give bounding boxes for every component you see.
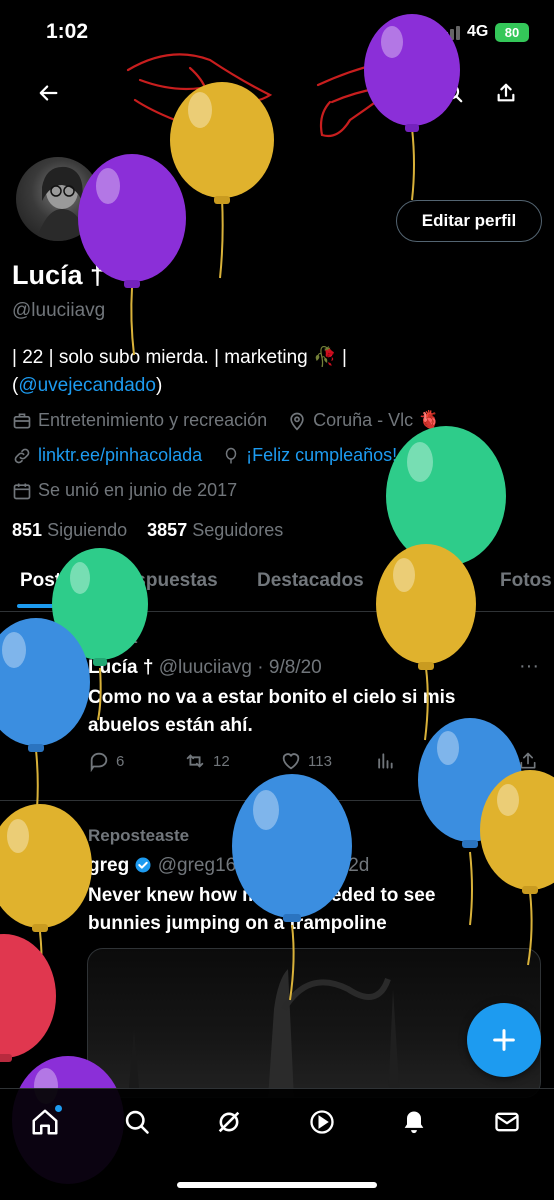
post-author-name[interactable]: Lucía † — [88, 657, 153, 678]
nav-search[interactable] — [120, 1105, 154, 1139]
post-date: · 9/8/20 — [257, 657, 322, 678]
post-author-name[interactable]: greg — [88, 855, 129, 876]
nav-grok[interactable] — [212, 1105, 246, 1139]
reply-button[interactable]: 6 — [88, 750, 124, 772]
post-divider — [0, 800, 554, 801]
tab-photos[interactable]: Fotos — [500, 570, 552, 592]
active-tab-indicator — [17, 604, 85, 608]
location-pin-icon — [290, 412, 304, 431]
like-button[interactable]: 113 — [280, 750, 332, 772]
tab-replies[interactable]: Respuestas — [111, 570, 218, 592]
tab-posts[interactable]: Posts — [20, 570, 72, 592]
profile-bio: | 22 | solo subo mierda. | marketing 🥀 |… — [12, 344, 532, 400]
share-icon — [520, 752, 536, 769]
repost-icon — [59, 830, 73, 842]
balloon-icon — [386, 426, 506, 651]
calendar-icon — [13, 483, 31, 499]
post-date: · 2d — [336, 855, 370, 876]
post-text: Como no va a estar bonito el cielo si mi… — [88, 687, 456, 736]
nav-home[interactable] — [28, 1105, 62, 1139]
battery-indicator: 80 — [495, 23, 529, 42]
home-icon — [32, 1109, 58, 1135]
nav-notifications[interactable] — [397, 1105, 431, 1139]
profile-meta-row-1: Entretenimiento y recreación Coruña - Vl… — [12, 410, 441, 431]
profile-category: Entretenimiento y recreación — [38, 410, 268, 430]
tab-videos[interactable]: Videos — [406, 570, 468, 592]
profile-birthday: ¡Feliz cumpleaños! — [246, 445, 398, 465]
views-button[interactable] — [375, 750, 395, 772]
post-actions: 6 12 113 — [88, 750, 538, 776]
profile-meta-row-3: Se unió en junio de 2017 — [12, 480, 237, 501]
back-arrow-icon — [39, 85, 58, 101]
post-more-button[interactable]: ··· — [519, 655, 539, 678]
profile-avatar[interactable] — [12, 153, 104, 245]
repost-label: Reposteaste — [56, 826, 189, 846]
share-icon — [497, 83, 515, 102]
post-share-button[interactable] — [518, 750, 538, 772]
post-author-handle[interactable]: @greg16676935420 — [158, 855, 332, 876]
balloon-icon — [0, 934, 56, 1062]
grok-icon — [218, 1111, 240, 1133]
bookmark-icon — [474, 753, 486, 769]
post-avatar[interactable] — [15, 858, 75, 918]
home-indicator — [177, 1182, 377, 1188]
search-icon — [444, 84, 463, 103]
bio-text: | 22 | solo subo mierda. | marketing 🥀 | — [12, 347, 347, 368]
grok-header-button[interactable] — [380, 73, 420, 113]
bookmark-button[interactable] — [470, 750, 490, 772]
profile-handle: @luuciiavg — [12, 300, 106, 321]
post-text: Never knew how much I needed to see bunn… — [88, 885, 436, 934]
bell-icon — [404, 1111, 424, 1134]
pin-icon — [58, 631, 72, 645]
nav-video[interactable] — [305, 1105, 339, 1139]
balloon-icon — [0, 618, 90, 831]
profile-location: Coruña - Vlc 🫀 — [313, 410, 441, 430]
balloon-icon — [225, 447, 237, 463]
pinned-label: Fijada — [56, 628, 137, 648]
signal-icon — [438, 26, 464, 40]
views-icon — [378, 753, 393, 769]
mail-icon — [495, 1112, 519, 1132]
bio-mention-link[interactable]: @uvejecandado — [18, 375, 156, 396]
profile-joined: Se unió en junio de 2017 — [38, 480, 238, 500]
compose-button[interactable] — [467, 1003, 541, 1077]
bio-paren-close: ) — [155, 375, 163, 396]
search-button[interactable] — [433, 73, 473, 113]
status-time: 1:02 — [46, 20, 89, 43]
back-button[interactable] — [29, 73, 69, 113]
like-icon — [282, 753, 300, 770]
play-icon — [310, 1110, 334, 1134]
post-author-handle[interactable]: @luuciiavg — [159, 657, 252, 678]
briefcase-icon — [13, 413, 31, 428]
link-icon — [14, 448, 30, 463]
post-author-line: greg @greg16676935420 · 2d — [88, 855, 369, 877]
profile-website-link[interactable]: linktr.ee/pinhacolada — [38, 445, 202, 466]
repost-button[interactable]: 12 — [183, 750, 230, 772]
followers-link[interactable]: 3857 Seguidores — [147, 520, 283, 540]
repost-icon — [186, 754, 204, 768]
nav-messages[interactable] — [490, 1105, 524, 1139]
search-icon — [125, 1110, 149, 1134]
edit-profile-button[interactable]: Editar perfil — [396, 200, 542, 242]
verified-icon — [135, 857, 151, 873]
profile-name: Lucía † — [12, 260, 106, 290]
network-label: 4G — [467, 23, 489, 40]
share-button[interactable] — [486, 73, 526, 113]
grok-icon — [392, 85, 408, 101]
plus-icon — [493, 1029, 515, 1051]
balloon-icon — [170, 82, 274, 279]
reply-icon — [90, 752, 108, 772]
follow-stats: 851 Siguiendo 3857 Seguidores — [12, 520, 283, 541]
following-link[interactable]: 851 Siguiendo — [12, 520, 127, 540]
tab-highlights[interactable]: Destacados — [257, 570, 364, 592]
post-author-line: Lucía † @luuciiavg · 9/8/20 — [88, 657, 322, 679]
profile-meta-row-2: linktr.ee/pinhacolada ¡Feliz cumpleaños! — [12, 445, 397, 466]
